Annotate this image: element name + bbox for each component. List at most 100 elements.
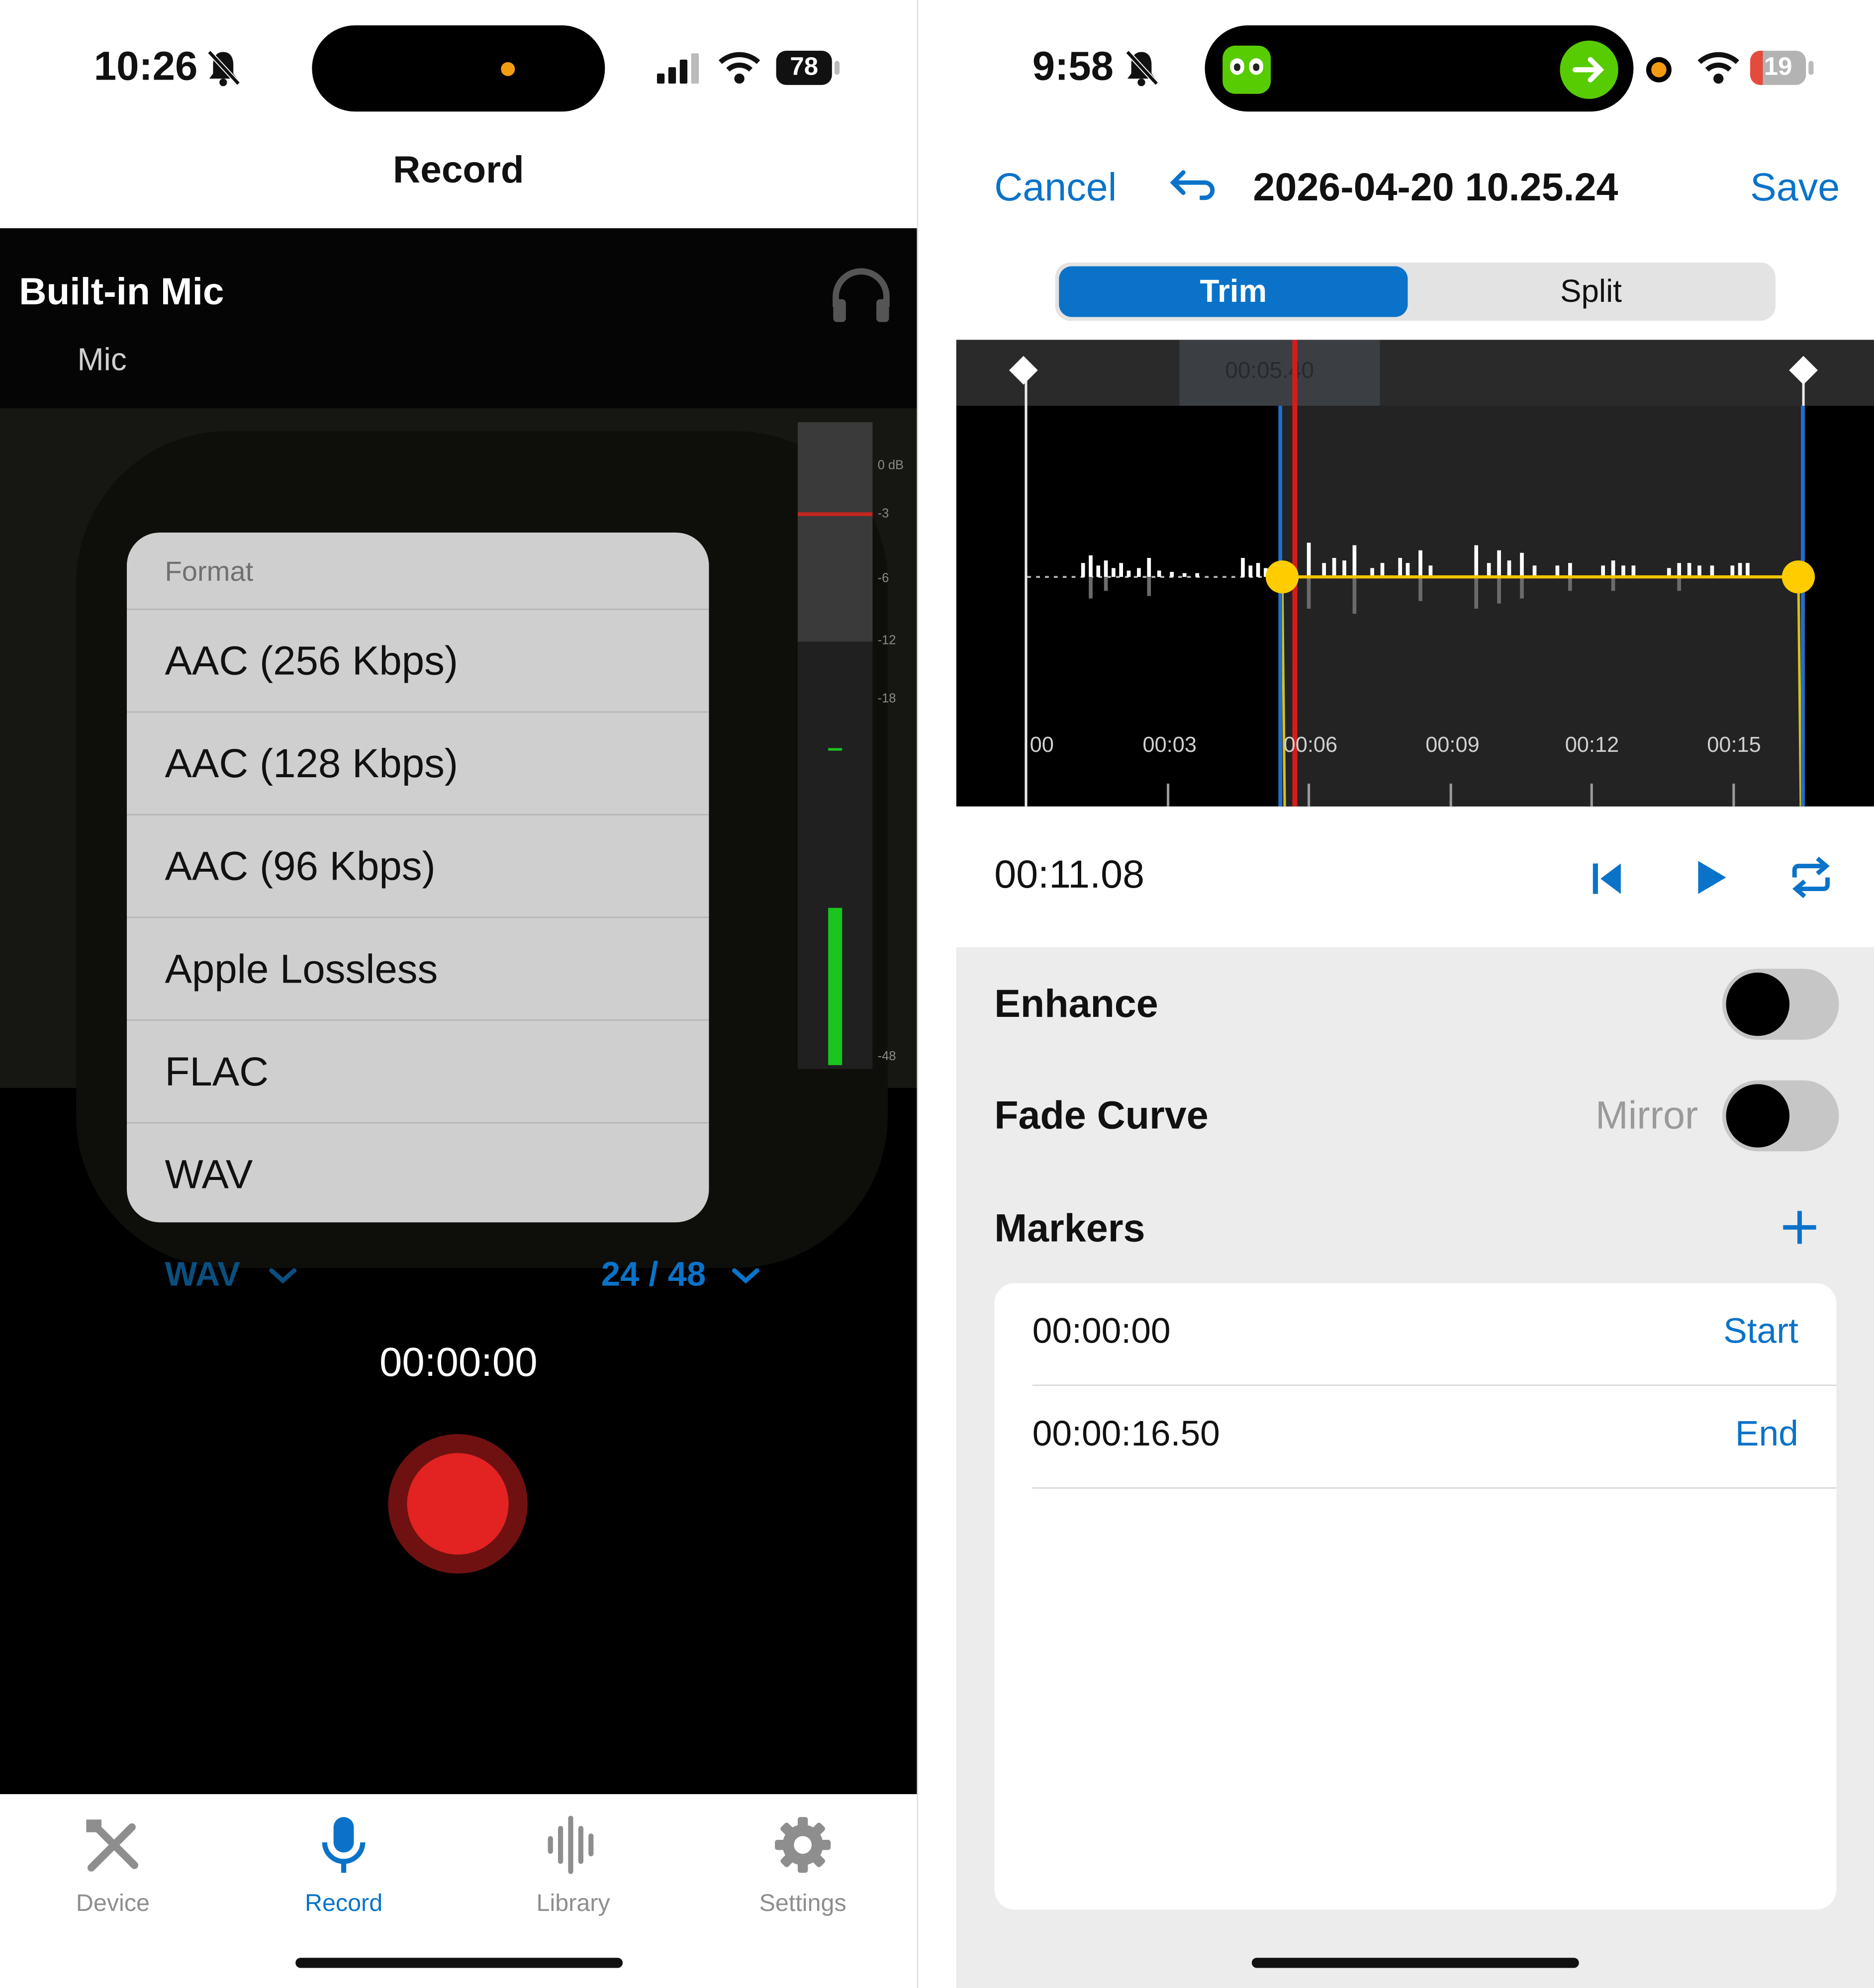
format-option[interactable]: AAC (256 Kbps) [127, 610, 709, 713]
cancel-button[interactable]: Cancel [994, 165, 1117, 211]
format-option[interactable]: Apple Lossless [127, 918, 709, 1021]
fade-curve-toggle[interactable] [1722, 1080, 1839, 1152]
segment-trim[interactable]: Trim [1059, 266, 1408, 317]
bell-muted-icon [207, 50, 241, 87]
panel-divider [917, 0, 958, 1988]
meter-label-12: -12 [877, 634, 896, 648]
tab-label: Library [536, 1891, 610, 1917]
recording-title: 2026-04-20 10.25.24 [1253, 165, 1618, 209]
format-selector[interactable]: WAV [165, 1256, 299, 1295]
time-tick-label: 00 [1030, 732, 1054, 757]
segment-split[interactable]: Split [1410, 267, 1772, 317]
trim-editor-screen: 9:58 19 Cancel 2026-04-20 10.25.24 Save … [956, 0, 1874, 1988]
wifi-icon [718, 52, 760, 84]
tab-device[interactable]: Device [37, 1807, 189, 1918]
app-activity-icon [1222, 45, 1271, 94]
input-source-header[interactable]: Built-in Mic Mic [0, 228, 917, 409]
record-button-core [407, 1453, 509, 1555]
time-tick-label: 00:15 [1707, 732, 1761, 757]
play-icon[interactable] [1692, 857, 1730, 898]
trim-start-handle[interactable] [1265, 560, 1299, 594]
trim-start-line [1278, 406, 1283, 807]
headphones-icon[interactable] [831, 267, 891, 322]
meter-peak-zone [797, 422, 873, 642]
tab-library[interactable]: Library [497, 1807, 650, 1918]
trim-end-line [1801, 406, 1805, 807]
format-menu-header: Format [127, 533, 709, 610]
tab-bar: Device Record Library Settings [0, 1794, 917, 1988]
toggle-knob [1726, 972, 1790, 1036]
record-button[interactable] [388, 1434, 528, 1574]
format-option[interactable]: WAV [127, 1123, 709, 1222]
quality-selector[interactable]: 24 / 48 [601, 1256, 762, 1295]
input-source-title: Built-in Mic [19, 271, 224, 313]
battery-level: 78 [790, 53, 819, 82]
time-tick-label: 00:06 [1283, 732, 1338, 757]
wifi-icon [1697, 52, 1739, 84]
tab-label: Device [76, 1891, 150, 1917]
time-tick-label: 00:09 [1425, 732, 1480, 757]
format-option[interactable]: FLAC [127, 1021, 709, 1124]
home-indicator [1251, 1958, 1579, 1968]
marker-kind: End [1735, 1414, 1798, 1453]
tools-icon [86, 1819, 138, 1872]
time-tick-label: 00:03 [1142, 732, 1197, 757]
home-indicator [295, 1958, 623, 1968]
battery-cap [1808, 61, 1814, 75]
status-time: 10:26 [94, 43, 198, 89]
trim-end-handle[interactable] [1781, 560, 1815, 594]
marker-time: 00:00:16.50 [1032, 1414, 1220, 1453]
page-title: Record [393, 149, 524, 192]
format-option[interactable]: AAC (128 Kbps) [127, 713, 709, 815]
format-option[interactable]: AAC (96 Kbps) [127, 815, 709, 918]
tab-settings[interactable]: Settings [727, 1807, 879, 1918]
bell-muted-icon [1125, 50, 1159, 87]
fade-curve-label: Fade Curve [994, 1093, 1209, 1138]
waveform-icon [548, 1815, 594, 1874]
tab-label: Settings [759, 1891, 846, 1917]
mic-indicator-dot [501, 62, 515, 76]
meter-label-48: -48 [877, 1050, 896, 1064]
recording-indicator [1646, 57, 1672, 83]
skip-to-start-icon[interactable] [1588, 860, 1626, 898]
markers-label: Markers [994, 1206, 1145, 1251]
time-tick [1308, 783, 1311, 807]
edit-settings: Enhance Fade Curve Mirror Markers 00:00:… [956, 947, 1874, 1988]
undo-icon[interactable] [1167, 168, 1215, 206]
record-timer: 00:00:00 [379, 1339, 538, 1385]
dynamic-island [1205, 25, 1634, 112]
quality-value: 24 / 48 [601, 1255, 706, 1294]
meter-clip-line [797, 512, 873, 516]
marker-row[interactable]: 00:00:16.50 End [1032, 1386, 1837, 1489]
record-screen: 10:26 78 Record Built-in Mic Mic 0 dB -3… [0, 0, 917, 1988]
fade-curve-value: Mirror [1595, 1093, 1698, 1138]
time-tick [1732, 783, 1735, 807]
chevron-down-icon [731, 1267, 759, 1283]
microphone-icon [322, 1817, 366, 1873]
marker-kind: Start [1723, 1311, 1798, 1351]
gear-icon [775, 1817, 831, 1873]
meter-label-0db: 0 dB [877, 459, 904, 473]
cellular-signal-icon [656, 53, 699, 84]
loop-icon[interactable] [1788, 855, 1834, 901]
battery-indicator: 78 [776, 51, 832, 85]
dynamic-island [312, 25, 605, 112]
time-tick [1167, 783, 1170, 807]
battery-cap [834, 61, 840, 75]
top-bar: 10:26 78 Record [0, 0, 917, 228]
time-tick-label: 00:12 [1565, 732, 1619, 757]
format-menu: Format AAC (256 Kbps) AAC (128 Kbps) AAC… [127, 533, 709, 1223]
battery-indicator: 19 [1750, 51, 1806, 85]
arrow-right-icon [1560, 40, 1618, 99]
waveform-editor[interactable]: 00:05.40 00 00:03 00:06 00:09 00:12 00:1… [956, 340, 1874, 807]
level-meter [797, 422, 873, 1069]
toggle-knob [1726, 1084, 1790, 1148]
playback-position: 00:11.08 [994, 852, 1145, 897]
battery-level: 19 [1764, 53, 1792, 82]
tab-record[interactable]: Record [268, 1807, 420, 1918]
marker-row[interactable]: 00:00:00 Start [1032, 1283, 1837, 1386]
meter-peak-hold [828, 748, 843, 751]
add-marker-icon[interactable] [1780, 1208, 1819, 1247]
save-button[interactable]: Save [1750, 165, 1840, 211]
enhance-toggle[interactable] [1722, 969, 1839, 1040]
